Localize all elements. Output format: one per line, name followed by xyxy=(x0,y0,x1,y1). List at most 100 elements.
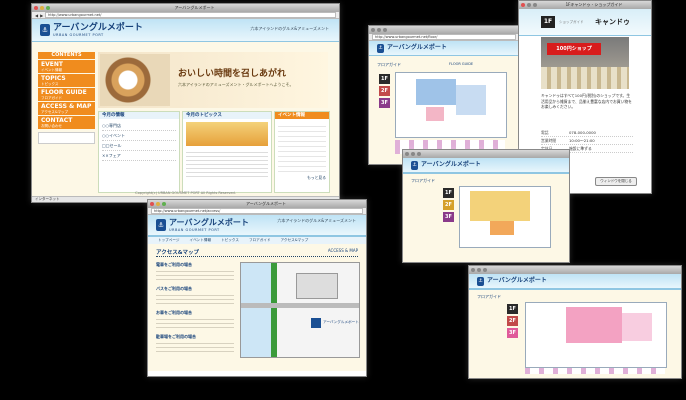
anchor-logo-icon: ⚓ xyxy=(477,276,484,286)
menu-item-2[interactable]: FLOOR GUIDE フロアガイド xyxy=(38,88,95,101)
menu-item-label: CONTACT xyxy=(41,117,73,124)
floor-badge: 1F xyxy=(541,16,555,28)
floor-area-yellow xyxy=(470,191,530,221)
news-item[interactable]: □□セール xyxy=(102,141,176,151)
close-window-icon[interactable] xyxy=(34,6,38,10)
title-bar[interactable] xyxy=(369,26,519,34)
zoom-window-icon[interactable] xyxy=(46,6,50,10)
menu-footer-box xyxy=(38,132,95,144)
site-logo[interactable]: ⚓ アーバングルメポート xyxy=(477,276,547,286)
floor-button-3f[interactable]: 3F xyxy=(379,98,390,108)
menu-item-1[interactable]: TOPICS トピックス xyxy=(38,74,95,87)
url-field[interactable]: http://www.urbangourmet.net/access/ xyxy=(151,208,363,214)
close-window-icon[interactable] xyxy=(150,202,154,206)
minimize-window-icon[interactable] xyxy=(411,152,415,156)
access-browser-window: アーバングルメポート http://www.urbangourmet.net/a… xyxy=(147,199,367,377)
title-bar[interactable] xyxy=(403,150,569,158)
floor-area-pink xyxy=(426,107,444,121)
access-map: アーバングルメポート xyxy=(240,262,360,358)
zoom-window-icon[interactable] xyxy=(162,202,166,206)
nav-item-0[interactable]: トップページ xyxy=(158,238,180,243)
page-title-en: ACCESS & MAP xyxy=(327,248,358,253)
zoom-window-icon[interactable] xyxy=(483,268,487,272)
page-title-en: FLOOR GUIDE xyxy=(449,62,474,66)
floor-button-2f[interactable]: 2F xyxy=(507,316,518,326)
close-window-icon[interactable] xyxy=(371,28,375,32)
title-bar[interactable]: アーバングルメポート xyxy=(148,200,366,208)
zoom-window-icon[interactable] xyxy=(417,152,421,156)
url-field[interactable]: http://www.urbangourmet.net/ xyxy=(45,12,336,18)
shop-info-value: 施設に準ずる xyxy=(569,146,592,151)
logo-en: URBAN GOURMET PORT xyxy=(53,33,104,37)
site-header: ⚓ アーバングルメポート URBAN GOURMET PORT 六本アイランドの… xyxy=(32,19,339,43)
logo-jp: アーバングルメポート xyxy=(53,23,143,33)
title-bar[interactable]: 1Fキャンドゥ - ショップガイド xyxy=(519,1,651,9)
floor-map xyxy=(459,186,551,248)
minimize-window-icon[interactable] xyxy=(40,6,44,10)
site-logo[interactable]: ⚓ アーバングルメポート xyxy=(377,43,447,53)
page-heading: アクセス&マップ ACCESS & MAP xyxy=(156,248,358,257)
news-item[interactable]: ××フェア xyxy=(102,151,176,161)
close-window-button[interactable]: ウィンドウを閉じる xyxy=(595,177,637,186)
floor-button-3f[interactable]: 3F xyxy=(443,212,454,222)
site-logo[interactable]: ⚓ アーバングルメポート xyxy=(411,160,481,170)
minimize-window-icon[interactable] xyxy=(477,268,481,272)
logo-en: URBAN GOURMET PORT xyxy=(169,228,220,232)
access-section-lines xyxy=(156,340,234,354)
close-window-icon[interactable] xyxy=(521,3,525,7)
address-bar: http://www.urbangourmet.net/floor/ xyxy=(369,34,519,41)
logo-jp: アーバングルメポート xyxy=(169,218,249,227)
shop-info-value: 10:00～21:00 xyxy=(569,138,595,143)
news-item[interactable]: ○○専門店 xyxy=(102,121,176,131)
access-body: アクセス&マップ ACCESS & MAP 電車をご利用の場合 バスをご利用の場合… xyxy=(148,244,366,371)
hero-banner: おいしい時間を召しあがれ 六本アイランドのアミューズメント・グルメポートへようこ… xyxy=(98,52,328,108)
nav-item-1[interactable]: イベント情報 xyxy=(190,238,212,243)
site-header: ⚓ アーバングルメポート xyxy=(403,158,569,174)
nav-item-4[interactable]: アクセス&マップ xyxy=(281,238,309,243)
menu-item-3[interactable]: ACCESS & MAP アクセス&マップ xyxy=(38,102,95,115)
zoom-window-icon[interactable] xyxy=(533,3,537,7)
floor-button-2f[interactable]: 2F xyxy=(379,86,390,96)
minimize-window-icon[interactable] xyxy=(377,28,381,32)
menu-item-0[interactable]: EVENT イベント情報 xyxy=(38,60,95,73)
news-item[interactable]: ○○イベント xyxy=(102,131,176,141)
event-panel: イベント情報 もっと見る xyxy=(274,111,330,193)
anchor-logo-icon: ⚓ xyxy=(377,43,384,53)
back-icon[interactable]: ◀ xyxy=(35,13,38,18)
floor-button-3f[interactable]: 3F xyxy=(507,328,518,338)
page-title: アクセス&マップ xyxy=(156,250,200,256)
floor-button-1f[interactable]: 1F xyxy=(507,304,518,314)
site-logo[interactable]: ⚓ アーバングルメポート URBAN GOURMET PORT xyxy=(156,218,249,232)
floor-button-1f[interactable]: 1F xyxy=(379,74,390,84)
floor-area-orange xyxy=(490,221,514,235)
logo-jp: アーバングルメポート xyxy=(421,161,481,168)
close-window-icon[interactable] xyxy=(471,268,475,272)
shop-info-value: 078-000-0000 xyxy=(569,130,596,135)
window-title: アーバングルメポート xyxy=(174,5,215,10)
more-link[interactable]: もっと見る xyxy=(275,175,329,181)
shop-sign: 100円ショップ xyxy=(547,43,601,55)
zoom-window-icon[interactable] xyxy=(383,28,387,32)
map-block xyxy=(296,273,338,299)
minimize-window-icon[interactable] xyxy=(527,3,531,7)
topics-title: 今月のトピックス xyxy=(183,112,271,119)
page-title: フロアガイド xyxy=(377,62,401,67)
close-window-icon[interactable] xyxy=(405,152,409,156)
forward-icon[interactable]: ▶ xyxy=(40,13,43,18)
anchor-logo-icon: ⚓ xyxy=(156,219,166,231)
nav-item-3[interactable]: フロアガイド xyxy=(249,238,271,243)
site-logo[interactable]: ⚓ アーバングルメポート URBAN GOURMET PORT xyxy=(40,23,143,37)
nav-item-2[interactable]: トピックス xyxy=(221,238,239,243)
floor-button-2f[interactable]: 2F xyxy=(443,200,454,210)
title-bar[interactable]: アーバングルメポート xyxy=(32,4,339,12)
map-railway xyxy=(271,263,277,357)
title-bar[interactable] xyxy=(469,266,681,274)
url-field[interactable]: http://www.urbangourmet.net/floor/ xyxy=(372,34,516,40)
anchor-logo-icon: ⚓ xyxy=(411,160,418,170)
floor-button-1f[interactable]: 1F xyxy=(443,188,454,198)
hero-text: おいしい時間を召しあがれ xyxy=(178,69,287,79)
menu-item-4[interactable]: CONTACT お問い合わせ xyxy=(38,116,95,129)
header-tagline: 六本アイランドのグルメ&アミューズメント xyxy=(277,218,356,223)
floor-body: フロアガイド 1F 2F 3F xyxy=(403,174,569,262)
minimize-window-icon[interactable] xyxy=(156,202,160,206)
